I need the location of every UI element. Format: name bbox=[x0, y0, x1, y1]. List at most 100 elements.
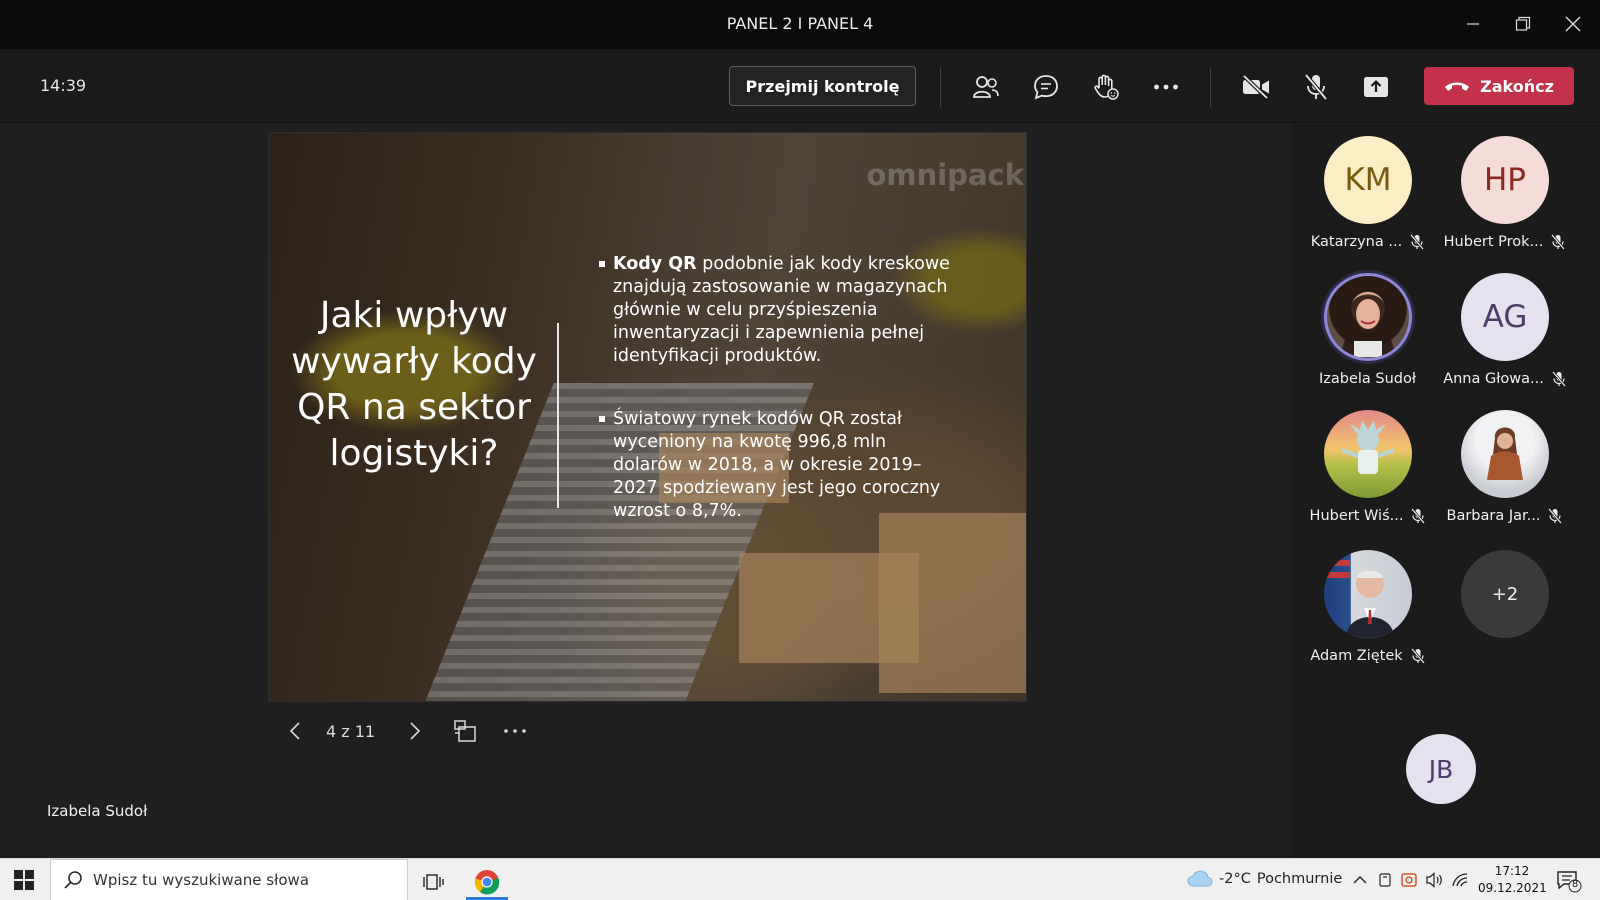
title-bar: PANEL 2 I PANEL 4 bbox=[0, 0, 1600, 49]
more-actions-button[interactable] bbox=[1148, 69, 1184, 105]
participants-gallery: KM Katarzyna ... HP Hubert Prok... Izabe… bbox=[1292, 124, 1600, 858]
slide-overview-button[interactable] bbox=[450, 716, 480, 746]
bullet-text: Światowy rynek kodów QR został wyceniony… bbox=[613, 409, 941, 521]
avatar-photo bbox=[1324, 550, 1412, 638]
network-tray-icon[interactable] bbox=[1450, 870, 1470, 890]
participants-button[interactable] bbox=[968, 69, 1004, 105]
slide-question: Jaki wpływ wywarły kody QR na sektor log… bbox=[291, 295, 537, 474]
participant-name-row: Hubert Wiś... bbox=[1300, 508, 1435, 524]
end-call-label: Zakończ bbox=[1480, 76, 1554, 96]
participant-name: Anna Głowa... bbox=[1443, 371, 1544, 387]
participant-name: Izabela Sudoł bbox=[1318, 371, 1416, 387]
participant-tile[interactable]: KM Katarzyna ... bbox=[1300, 136, 1435, 266]
search-placeholder: Wpisz tu wyszukiwane słowa bbox=[93, 871, 310, 889]
camera-off-icon bbox=[1242, 74, 1269, 100]
previous-slide-button[interactable] bbox=[280, 716, 310, 746]
presentation-stage: omnipack Jaki wpływ wywarły kody QR na s… bbox=[0, 124, 1292, 858]
chat-button[interactable] bbox=[1028, 69, 1064, 105]
meeting-toolbar: 14:39 Przejmij kontrolę Zakończ bbox=[0, 49, 1600, 123]
speaker-icon bbox=[1426, 872, 1442, 888]
bullet-bold-term: Kody QR bbox=[613, 254, 697, 274]
participant-name: Hubert Prok... bbox=[1443, 234, 1544, 250]
restore-button[interactable] bbox=[1508, 10, 1538, 38]
participant-name-row: Katarzyna ... bbox=[1300, 234, 1435, 250]
share-screen-button[interactable] bbox=[1358, 69, 1394, 105]
chevron-left-icon bbox=[289, 722, 300, 740]
cloud-icon bbox=[1187, 870, 1213, 887]
participant-tile[interactable]: Izabela Sudoł bbox=[1300, 273, 1435, 403]
weather-description: Pochmurnie bbox=[1256, 871, 1343, 887]
avatar: KM bbox=[1324, 136, 1412, 224]
participant-tile[interactable]: HP Hubert Prok... bbox=[1437, 136, 1572, 266]
windows-logo-icon bbox=[14, 870, 34, 890]
taskbar-clock[interactable]: 17:12 09.12.2021 bbox=[1478, 863, 1547, 897]
close-icon bbox=[1565, 16, 1581, 32]
mic-off-icon bbox=[1411, 508, 1426, 524]
next-slide-button[interactable] bbox=[400, 716, 430, 746]
avatar: AG bbox=[1461, 273, 1549, 361]
mic-off-icon bbox=[1410, 648, 1425, 664]
chrome-icon bbox=[474, 870, 500, 895]
grid-view-icon bbox=[454, 720, 476, 742]
minimize-icon bbox=[1467, 23, 1479, 25]
cartoon-character-icon bbox=[1341, 420, 1395, 474]
task-view-icon bbox=[423, 874, 444, 890]
meet-now-tray-icon[interactable] bbox=[1400, 870, 1420, 890]
mic-toggle-button[interactable] bbox=[1298, 69, 1334, 105]
mic-off-icon bbox=[1304, 73, 1328, 101]
chevron-up-icon bbox=[1353, 876, 1367, 884]
avatar: JB bbox=[1406, 734, 1476, 804]
toolbar-divider bbox=[940, 67, 941, 107]
more-icon bbox=[1154, 84, 1178, 90]
chrome-taskbar-button[interactable] bbox=[467, 865, 507, 899]
take-control-button[interactable]: Przejmij kontrolę bbox=[729, 66, 916, 106]
camera-toggle-button[interactable] bbox=[1238, 69, 1274, 105]
reactions-button[interactable] bbox=[1088, 69, 1124, 105]
participant-name: Barbara Jar... bbox=[1446, 508, 1541, 524]
participant-name-row: Adam Ziętek bbox=[1300, 648, 1435, 664]
close-button[interactable] bbox=[1558, 10, 1588, 38]
participant-tile[interactable]: AG Anna Głowa... bbox=[1437, 273, 1572, 403]
camera-icon bbox=[1401, 873, 1417, 887]
end-call-button[interactable]: Zakończ bbox=[1424, 67, 1574, 105]
participant-tile[interactable]: JB bbox=[1376, 734, 1511, 864]
restore-icon bbox=[1515, 16, 1531, 31]
participant-tile[interactable]: Adam Ziętek bbox=[1300, 550, 1435, 680]
minimize-button[interactable] bbox=[1458, 10, 1488, 38]
start-button[interactable] bbox=[14, 870, 34, 890]
avatar-photo bbox=[1324, 410, 1412, 498]
slide-bullet: Światowy rynek kodów QR został wyceniony… bbox=[599, 408, 959, 523]
volume-tray-icon[interactable] bbox=[1425, 870, 1445, 890]
portrait-icon bbox=[1340, 294, 1396, 357]
notification-count: 8 bbox=[1571, 879, 1579, 890]
participant-name-row: Anna Głowa... bbox=[1437, 371, 1572, 387]
slide-page-indicator: 4 z 11 bbox=[326, 722, 376, 741]
shared-slide: omnipack Jaki wpływ wywarły kody QR na s… bbox=[268, 132, 1027, 702]
participant-tile[interactable]: Barbara Jar... bbox=[1437, 410, 1572, 540]
phone-hangup-icon bbox=[1445, 82, 1470, 91]
show-hidden-icons-button[interactable] bbox=[1350, 870, 1370, 890]
participant-name: Hubert Wiś... bbox=[1309, 508, 1404, 524]
slide-bullets: Kody QR podobnie jak kody kreskowe znajd… bbox=[599, 253, 959, 563]
slide-more-options-button[interactable] bbox=[500, 716, 530, 746]
slide-divider-line bbox=[557, 323, 559, 508]
participant-name: Katarzyna ... bbox=[1310, 234, 1403, 250]
windows-taskbar: Wpisz tu wyszukiwane słowa -2°C Pochmurn… bbox=[0, 858, 1600, 900]
task-view-button[interactable] bbox=[414, 865, 454, 899]
search-icon bbox=[64, 871, 82, 889]
action-center-button[interactable]: 8 bbox=[1556, 869, 1582, 893]
more-participants-tile[interactable]: +2 bbox=[1437, 550, 1572, 680]
device-tray-icon[interactable] bbox=[1375, 870, 1395, 890]
mic-off-icon bbox=[1551, 371, 1566, 387]
more-icon bbox=[504, 729, 526, 733]
omnipack-watermark: omnipack bbox=[866, 158, 1024, 192]
share-screen-icon bbox=[1364, 77, 1388, 97]
taskbar-search-box[interactable]: Wpisz tu wyszukiwane słowa bbox=[50, 859, 408, 900]
weather-widget[interactable]: -2°C Pochmurnie bbox=[1187, 870, 1342, 888]
window-title: PANEL 2 I PANEL 4 bbox=[726, 14, 874, 33]
participant-tile[interactable]: Hubert Wiś... bbox=[1300, 410, 1435, 540]
clock-date: 09.12.2021 bbox=[1478, 881, 1547, 895]
wifi-icon bbox=[1452, 873, 1468, 887]
slide-bullet: Kody QR podobnie jak kody kreskowe znajd… bbox=[599, 253, 959, 368]
mic-off-icon bbox=[1410, 234, 1425, 250]
